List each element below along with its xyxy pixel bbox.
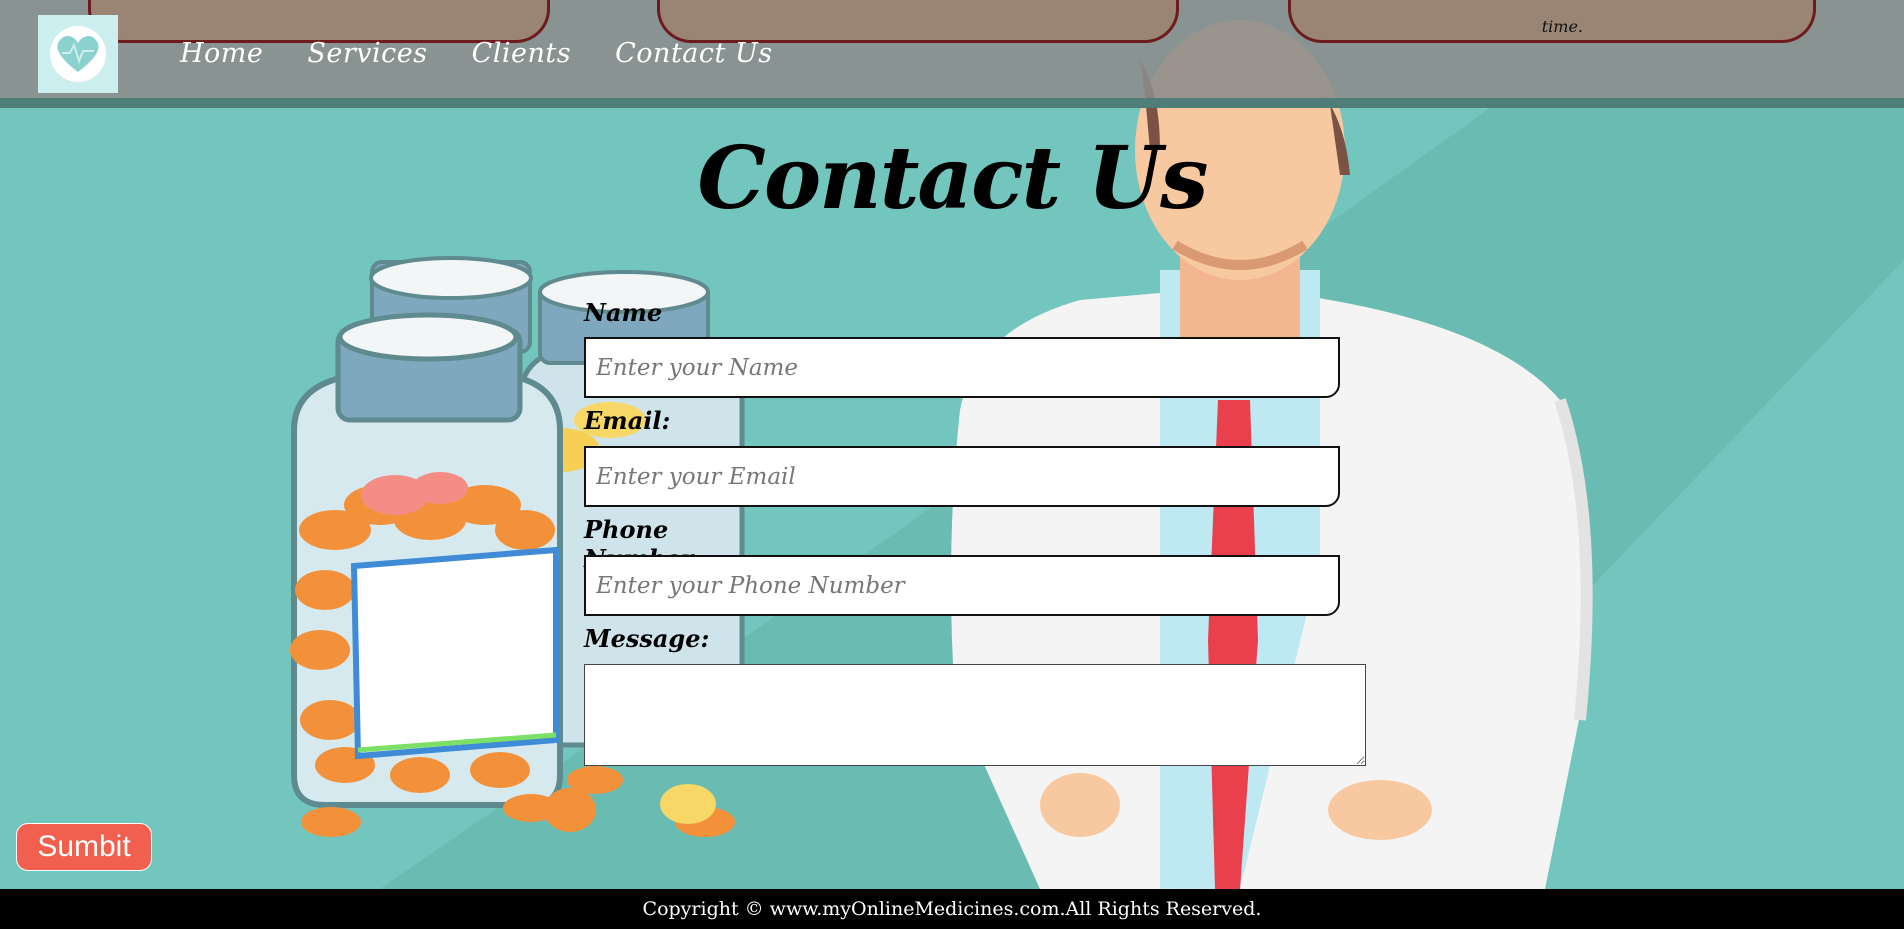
message-textarea[interactable]: [584, 664, 1366, 766]
copyright-text: Copyright © www.myOnlineMedicines.com.Al…: [642, 898, 1262, 920]
name-input[interactable]: [584, 337, 1340, 398]
nav-link-contact-us[interactable]: Contact Us: [615, 38, 772, 69]
heart-icon: [50, 26, 106, 82]
service-card-3: time.: [1288, 0, 1816, 43]
email-label: Email:: [584, 406, 671, 435]
service-card-2: [657, 0, 1179, 43]
page-title: Contact Us: [697, 128, 1208, 229]
message-label: Message:: [584, 624, 710, 653]
nav-link-services[interactable]: Services: [307, 38, 427, 69]
phone-input[interactable]: [584, 555, 1340, 616]
nav-link-home[interactable]: Home: [180, 38, 263, 69]
main-nav: Home Services Clients Contact Us: [180, 38, 773, 69]
site-logo[interactable]: [38, 15, 118, 93]
navbar: time. Home Services Clients Contact Us: [0, 0, 1904, 108]
service-card-1: [88, 0, 550, 43]
submit-button[interactable]: Sumbit: [16, 823, 152, 871]
service-card-text: time.: [1541, 17, 1583, 36]
footer: Copyright © www.myOnlineMedicines.com.Al…: [0, 889, 1904, 929]
nav-link-clients[interactable]: Clients: [472, 38, 572, 69]
email-input[interactable]: [584, 446, 1340, 507]
